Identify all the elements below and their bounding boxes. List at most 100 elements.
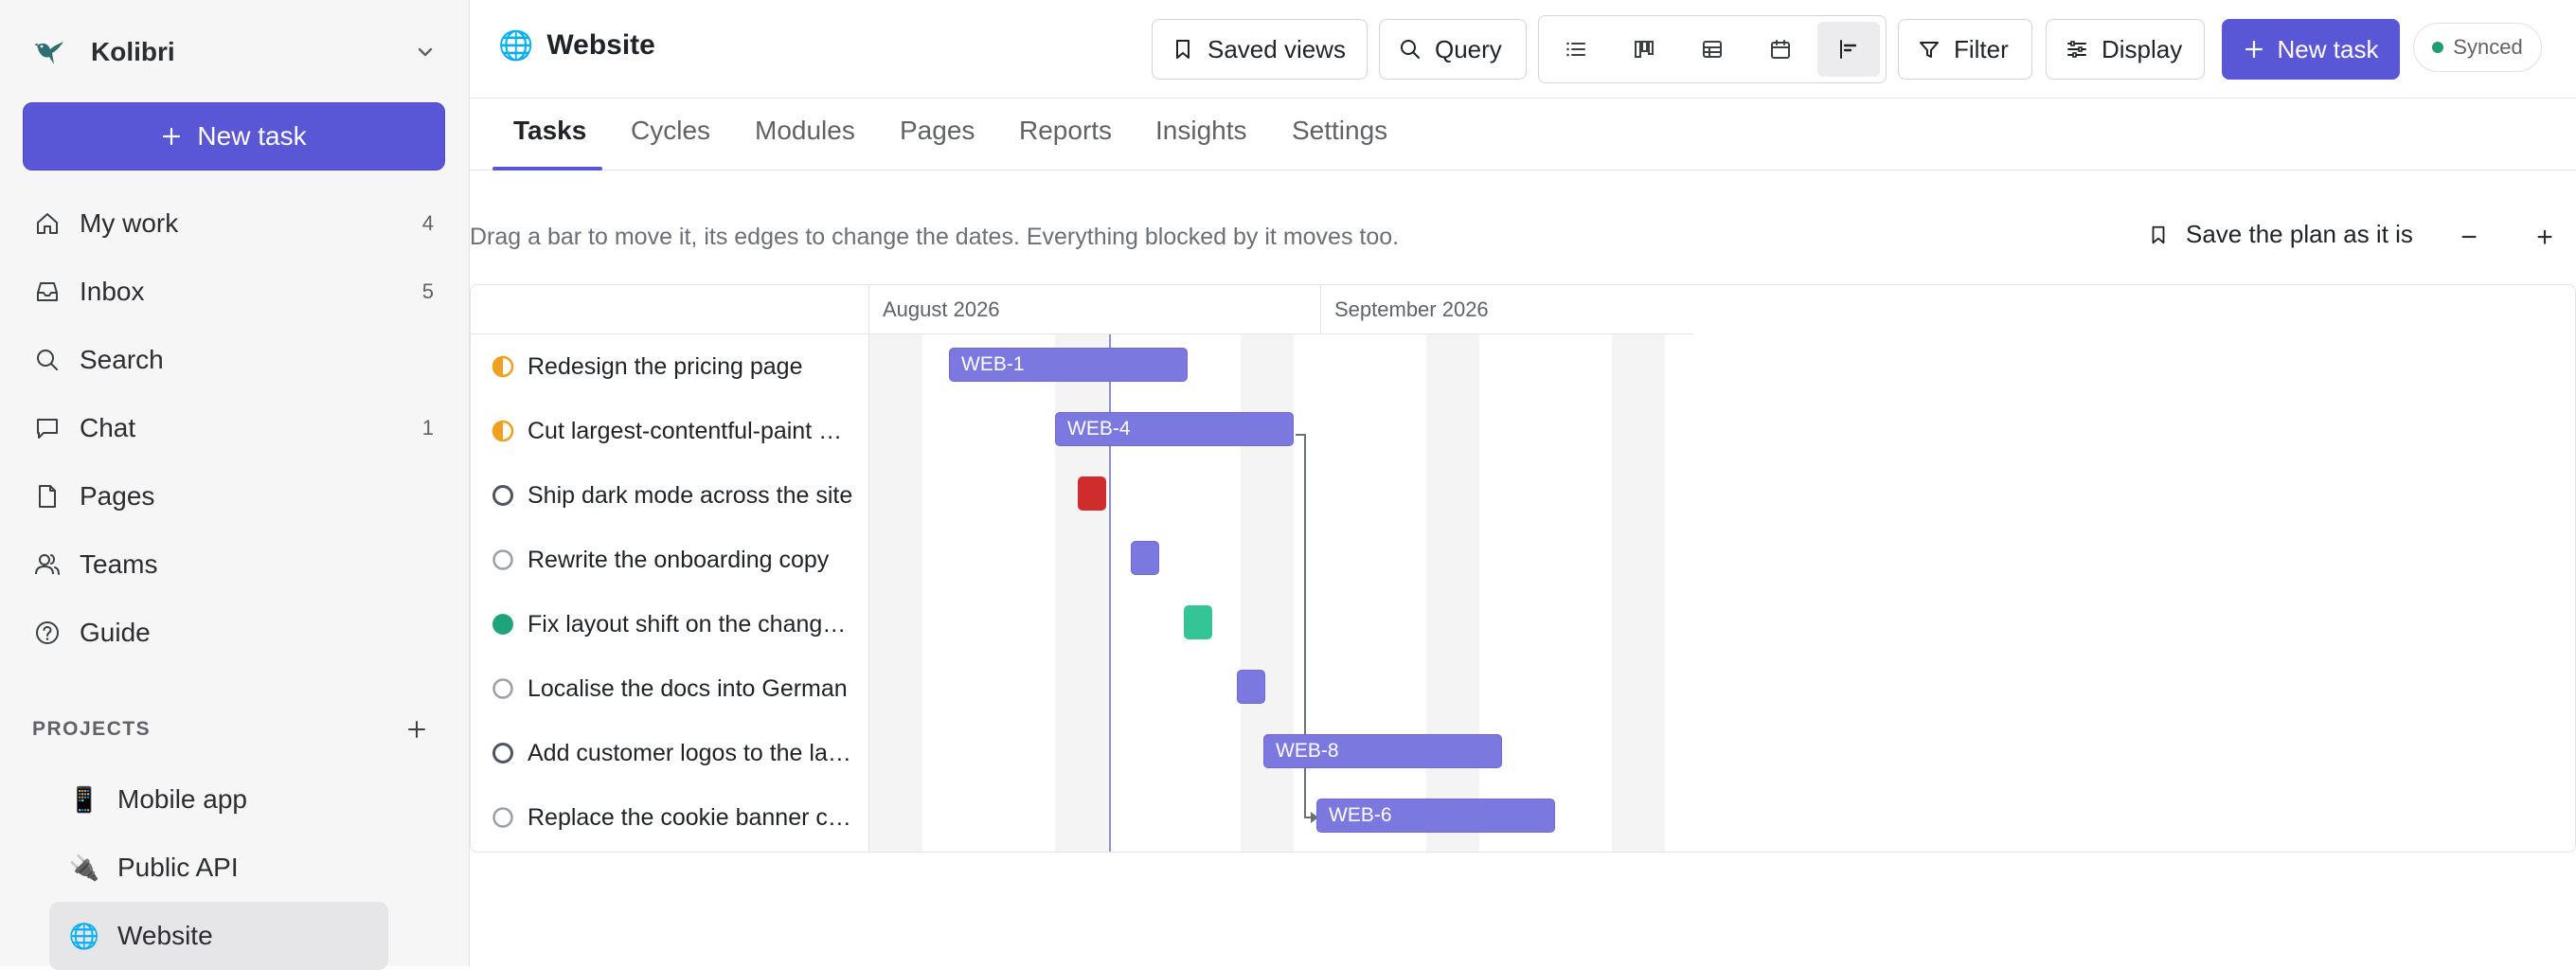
timeline-view-icon[interactable] bbox=[1817, 22, 1880, 77]
tab-tasks[interactable]: Tasks bbox=[513, 116, 586, 146]
task-row[interactable]: Ship dark mode across the site bbox=[471, 463, 868, 528]
status-backlog-icon[interactable] bbox=[492, 548, 514, 571]
task-bar[interactable] bbox=[1184, 605, 1212, 639]
sidebar-item-my-work[interactable]: My work 4 bbox=[32, 189, 439, 258]
sidebar-item-search[interactable]: Search bbox=[32, 326, 439, 394]
new-task-button[interactable]: New task bbox=[23, 102, 445, 171]
month-header-september: September 2026 bbox=[1321, 285, 1693, 334]
save-plan-label: Save the plan as it is bbox=[2186, 220, 2413, 248]
project-title: Website bbox=[546, 29, 655, 61]
zoom-out-button[interactable]: − bbox=[2455, 222, 2483, 253]
status-backlog-icon[interactable] bbox=[492, 677, 514, 700]
task-bar[interactable] bbox=[1078, 476, 1106, 511]
task-bar[interactable] bbox=[1131, 541, 1159, 575]
display-button[interactable]: Display bbox=[2046, 19, 2205, 80]
query-button[interactable]: Query bbox=[1379, 19, 1527, 80]
sidebar-nav: My work 4 Inbox 5 Search Chat 1 Pages Te… bbox=[32, 189, 439, 667]
status-backlog-icon[interactable] bbox=[492, 806, 514, 829]
sidebar-item-inbox[interactable]: Inbox 5 bbox=[32, 258, 439, 326]
task-bar[interactable]: WEB-1 bbox=[949, 348, 1188, 382]
status-todo-icon[interactable] bbox=[492, 484, 514, 507]
zoom-in-button[interactable]: + bbox=[2531, 222, 2559, 253]
calendar-view-icon[interactable] bbox=[1749, 22, 1812, 77]
add-project-plus-icon[interactable] bbox=[403, 716, 430, 743]
chat-icon bbox=[30, 411, 64, 445]
task-name: Add customer logos to the landing page bbox=[528, 739, 853, 766]
spreadsheet-view-icon[interactable] bbox=[1681, 22, 1744, 77]
saved-views-button[interactable]: Saved views bbox=[1152, 19, 1368, 80]
sidebar-item-guide[interactable]: Guide bbox=[32, 599, 439, 667]
weekend-shade bbox=[1612, 334, 1665, 852]
project-tabs: Tasks Cycles Modules Pages Reports Insig… bbox=[470, 99, 2576, 171]
projects-heading: PROJECTS bbox=[32, 718, 152, 740]
task-column-header bbox=[471, 285, 868, 334]
task-row[interactable]: Cut largest-contentful-paint under 2s bbox=[471, 399, 868, 463]
task-bar[interactable] bbox=[1237, 670, 1265, 704]
task-bar-label: WEB-1 bbox=[961, 353, 1025, 375]
search-icon bbox=[30, 343, 64, 377]
task-bar[interactable]: WEB-8 bbox=[1263, 734, 1502, 768]
sidebar-item-teams[interactable]: Teams bbox=[32, 530, 439, 599]
project-item-public-api[interactable]: 🔌 Public API bbox=[49, 834, 388, 902]
task-row[interactable]: Rewrite the onboarding copy bbox=[471, 528, 868, 592]
bookmark-icon bbox=[1176, 40, 1190, 59]
status-todo-icon[interactable] bbox=[492, 742, 514, 764]
timeline-grid: August 2026 September 2026 WEB-1 WEB-4 WEB… bbox=[869, 285, 2575, 852]
page-icon bbox=[30, 479, 64, 513]
weekend-shade bbox=[869, 334, 922, 852]
chevron-down-icon[interactable] bbox=[411, 38, 439, 66]
tab-reports[interactable]: Reports bbox=[1019, 116, 1112, 146]
count-badge: 4 bbox=[421, 211, 434, 235]
list-view-icon[interactable] bbox=[1545, 22, 1607, 77]
tab-pages[interactable]: Pages bbox=[900, 116, 975, 146]
task-row[interactable]: Fix layout shift on the changelog bbox=[471, 592, 868, 656]
save-plan-button[interactable]: Save the plan as it is bbox=[2148, 220, 2413, 249]
count-badge: 1 bbox=[421, 416, 434, 440]
timeline-hint: Drag a bar to move it, its edges to chan… bbox=[470, 224, 1400, 250]
task-name: Rewrite the onboarding copy bbox=[528, 546, 830, 573]
project-item-mobile-app[interactable]: 📱 Mobile app bbox=[49, 765, 388, 834]
new-task-button[interactable]: New task bbox=[2222, 19, 2400, 80]
sidebar-item-label: My work bbox=[80, 208, 179, 238]
sidebar-item-pages[interactable]: Pages bbox=[32, 462, 439, 530]
workspace-name: Kolibri bbox=[91, 37, 175, 66]
task-bar[interactable]: WEB-6 bbox=[1316, 799, 1555, 833]
filter-button[interactable]: Filter bbox=[1898, 19, 2032, 80]
tab-settings[interactable]: Settings bbox=[1292, 116, 1387, 146]
task-name: Localise the docs into German bbox=[528, 674, 848, 702]
tab-cycles[interactable]: Cycles bbox=[631, 116, 710, 146]
sidebar-item-chat[interactable]: Chat 1 bbox=[32, 394, 439, 462]
task-bar[interactable]: WEB-4 bbox=[1055, 412, 1294, 446]
tab-modules[interactable]: Modules bbox=[755, 116, 855, 146]
sync-status-label: Synced bbox=[2453, 35, 2523, 59]
sidebar-item-label: Teams bbox=[80, 549, 158, 579]
project-label: Public API bbox=[117, 853, 239, 882]
page-title: 🌐 Website bbox=[498, 27, 655, 64]
tab-insights[interactable]: Insights bbox=[1155, 116, 1247, 146]
sidebar-item-label: Chat bbox=[80, 413, 136, 442]
sidebar-item-label: Inbox bbox=[80, 277, 145, 306]
globe-icon: 🌐 bbox=[68, 921, 100, 950]
task-name: Cut largest-contentful-paint under 2s bbox=[528, 417, 853, 444]
plug-icon: 🔌 bbox=[68, 853, 100, 882]
project-label: Mobile app bbox=[117, 784, 247, 814]
project-item-website[interactable]: 🌐 Website bbox=[49, 902, 388, 970]
task-row[interactable]: Replace the cookie banner component bbox=[471, 785, 868, 850]
plus-icon bbox=[163, 127, 181, 146]
query-label: Query bbox=[1435, 34, 1502, 63]
task-row[interactable]: Localise the docs into German bbox=[471, 656, 868, 721]
bookmark-icon bbox=[2152, 225, 2165, 243]
status-done-icon[interactable] bbox=[492, 613, 514, 636]
task-bar-label: WEB-6 bbox=[1329, 804, 1392, 826]
task-row[interactable]: Redesign the pricing page bbox=[471, 334, 868, 399]
status-in-progress-icon[interactable] bbox=[492, 420, 514, 442]
sidebar-item-label: Pages bbox=[80, 481, 155, 511]
sidebar-item-label: Guide bbox=[80, 618, 151, 647]
status-in-progress-icon[interactable] bbox=[492, 355, 514, 378]
sidebar-item-label: Search bbox=[80, 345, 164, 374]
active-tab-indicator bbox=[492, 167, 602, 171]
workspace-switcher[interactable]: Kolibri bbox=[32, 28, 439, 76]
board-view-icon[interactable] bbox=[1613, 22, 1675, 77]
inbox-icon bbox=[30, 275, 64, 309]
task-row[interactable]: Add customer logos to the landing page bbox=[471, 721, 868, 785]
